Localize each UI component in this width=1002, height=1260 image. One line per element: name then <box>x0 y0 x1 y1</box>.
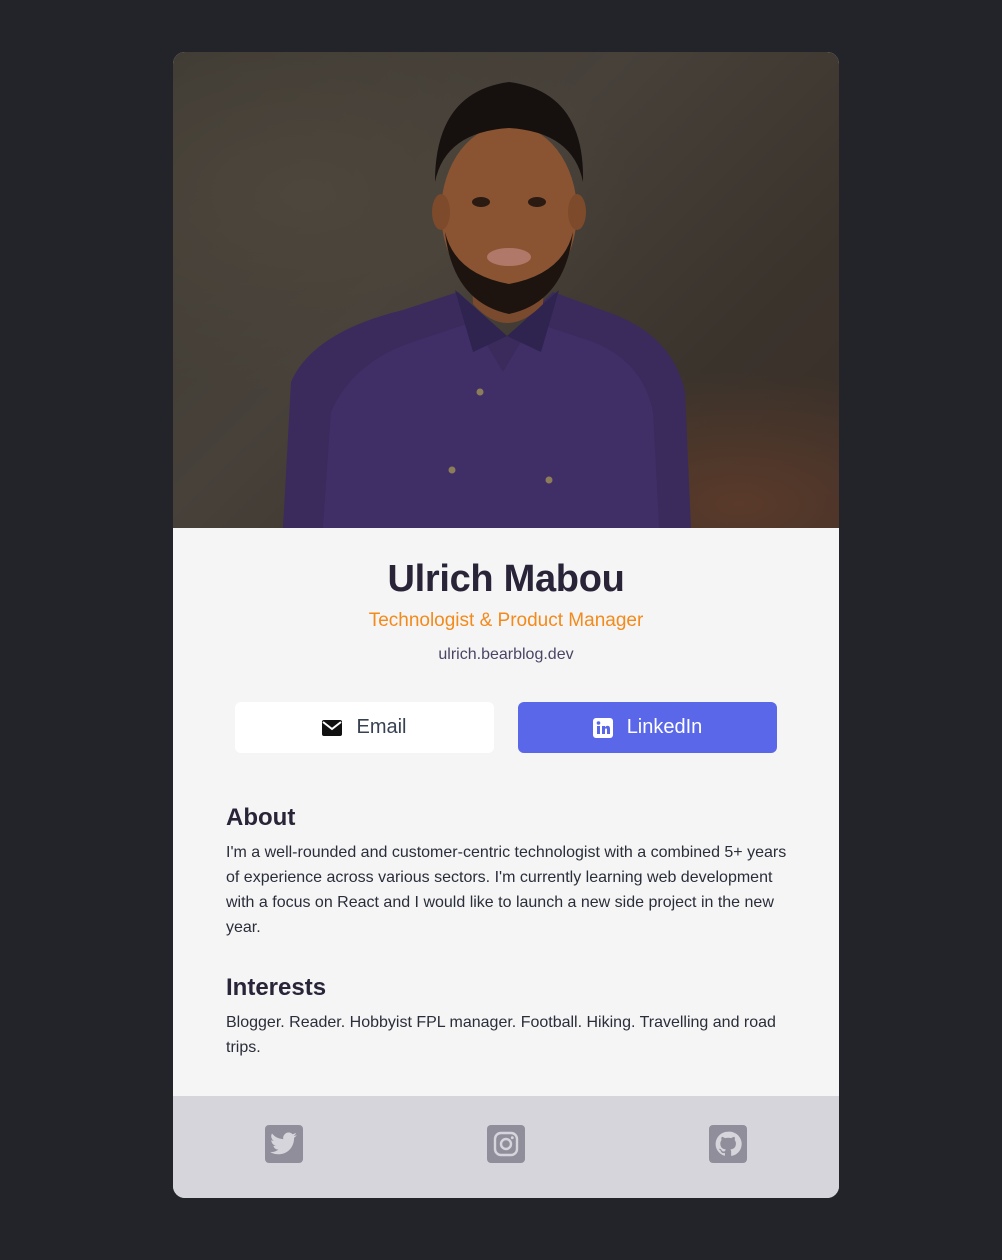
interests-heading: Interests <box>226 974 327 1001</box>
about-heading: About <box>226 804 296 831</box>
social-footer <box>173 1096 839 1198</box>
envelope-icon <box>322 719 343 736</box>
portrait-illustration <box>283 82 691 528</box>
email-button[interactable]: Email <box>235 702 494 753</box>
interests-text: Blogger. Reader. Hobbyist FPL manager. F… <box>226 1014 776 1056</box>
about-text: I'm a well-rounded and customer-centric … <box>226 844 787 936</box>
profile-website-link[interactable]: ulrich.bearblog.dev <box>173 646 839 664</box>
github-icon[interactable] <box>709 1125 747 1163</box>
linkedin-icon <box>592 717 613 738</box>
profile-photo <box>173 52 839 528</box>
email-button-label: Email <box>356 716 407 738</box>
profile-title: Technologist & Product Manager <box>368 610 644 631</box>
profile-name: Ulrich Mabou <box>387 558 625 600</box>
twitter-icon[interactable] <box>265 1125 303 1163</box>
linkedin-button-label: LinkedIn <box>626 716 703 738</box>
profile-card: Ulrich Mabou Technologist & Product Mana… <box>173 52 839 1198</box>
instagram-icon[interactable] <box>487 1125 525 1163</box>
linkedin-button[interactable]: LinkedIn <box>518 702 777 753</box>
